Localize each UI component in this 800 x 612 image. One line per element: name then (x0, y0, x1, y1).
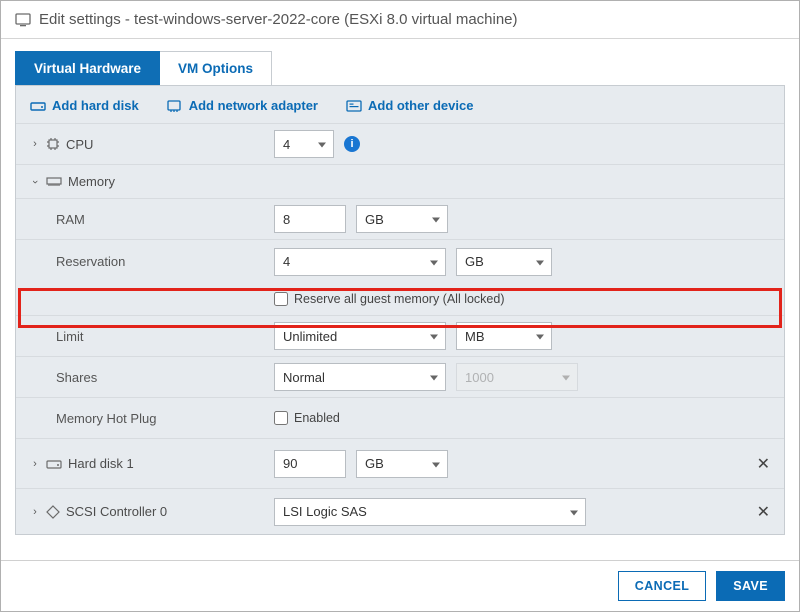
expand-cpu-toggle[interactable]: › (30, 138, 40, 150)
add-hard-disk-button[interactable]: Add hard disk (30, 98, 139, 113)
reserve-all-checkbox[interactable] (274, 292, 288, 306)
harddisk1-label: Hard disk 1 (68, 456, 134, 471)
row-hard-disk-1: › Hard disk 1 GB ✕ (16, 438, 784, 488)
limit-value-select[interactable]: Unlimited (274, 322, 446, 350)
shares-value-select: 1000 (456, 363, 578, 391)
add-network-adapter-button[interactable]: Add network adapter (167, 98, 318, 113)
panel-toolbar: Add hard disk Add network adapter Add ot… (16, 86, 784, 123)
scroll-area[interactable]: Virtual Hardware VM Options Add hard dis… (1, 39, 799, 560)
dialog-footer: CANCEL SAVE (1, 560, 799, 611)
cpu-count-select[interactable]: 4 (274, 130, 334, 158)
remove-scsi0-button[interactable]: ✕ (757, 502, 770, 522)
edit-settings-dialog: Edit settings - test-windows-server-2022… (0, 0, 800, 612)
dialog-title: Edit settings - test-windows-server-2022… (39, 11, 518, 28)
cancel-button[interactable]: CANCEL (618, 571, 706, 601)
shares-label: Shares (56, 370, 97, 385)
ram-label: RAM (56, 212, 85, 227)
ram-unit-select[interactable]: GB (356, 205, 448, 233)
row-limit: Limit Unlimited MB (16, 315, 784, 356)
ram-value-input[interactable] (274, 205, 346, 233)
dialog-titlebar: Edit settings - test-windows-server-2022… (1, 1, 799, 39)
expand-memory-toggle[interactable]: › (29, 177, 41, 187)
reservation-unit-select[interactable]: GB (456, 248, 552, 276)
cpu-icon (46, 137, 60, 151)
row-cpu: › CPU 4 i (16, 123, 784, 164)
row-scsi-controller-0: › SCSI Controller 0 LSI Logic SAS ✕ (16, 488, 784, 534)
scsi0-type-select[interactable]: LSI Logic SAS (274, 498, 586, 526)
expand-scsi0-toggle[interactable]: › (30, 506, 40, 518)
cpu-label: CPU (66, 137, 93, 152)
row-memory: › Memory (16, 164, 784, 198)
hotplug-enabled-label[interactable]: Enabled (274, 411, 340, 425)
vm-settings-icon (15, 12, 31, 28)
limit-label: Limit (56, 329, 83, 344)
network-adapter-icon (167, 99, 183, 113)
cpu-info-icon[interactable]: i (344, 136, 360, 152)
harddisk1-size-input[interactable] (274, 450, 346, 478)
reserve-all-checkbox-label[interactable]: Reserve all guest memory (All locked) (274, 292, 505, 306)
remove-harddisk1-button[interactable]: ✕ (757, 454, 770, 474)
row-shares: Shares Normal 1000 (16, 356, 784, 397)
hard-disk-icon (46, 458, 62, 470)
row-ram: RAM GB (16, 198, 784, 239)
hotplug-label: Memory Hot Plug (56, 411, 156, 426)
virtual-hardware-panel: Add hard disk Add network adapter Add ot… (15, 86, 785, 535)
reservation-value-select[interactable]: 4 (274, 248, 446, 276)
scsi0-label: SCSI Controller 0 (66, 504, 167, 519)
reservation-label: Reservation (56, 254, 125, 269)
row-reserve-all: Reserve all guest memory (All locked) (16, 283, 784, 315)
limit-unit-select[interactable]: MB (456, 322, 552, 350)
tabs: Virtual Hardware VM Options (15, 51, 785, 86)
tab-virtual-hardware[interactable]: Virtual Hardware (15, 51, 160, 85)
scsi-controller-icon (46, 505, 60, 519)
save-button[interactable]: SAVE (716, 571, 785, 601)
add-other-device-button[interactable]: Add other device (346, 98, 473, 113)
hard-disk-icon (30, 99, 46, 113)
tab-vm-options[interactable]: VM Options (160, 51, 272, 85)
dialog-body: Virtual Hardware VM Options Add hard dis… (1, 39, 799, 560)
row-memory-hotplug: Memory Hot Plug Enabled (16, 397, 784, 438)
memory-label: Memory (68, 174, 115, 189)
expand-harddisk1-toggle[interactable]: › (30, 458, 40, 470)
row-reservation: Reservation 4 GB (16, 239, 784, 283)
memory-icon (46, 176, 62, 188)
shares-level-select[interactable]: Normal (274, 363, 446, 391)
other-device-icon (346, 99, 362, 113)
harddisk1-unit-select[interactable]: GB (356, 450, 448, 478)
hotplug-enabled-checkbox[interactable] (274, 411, 288, 425)
